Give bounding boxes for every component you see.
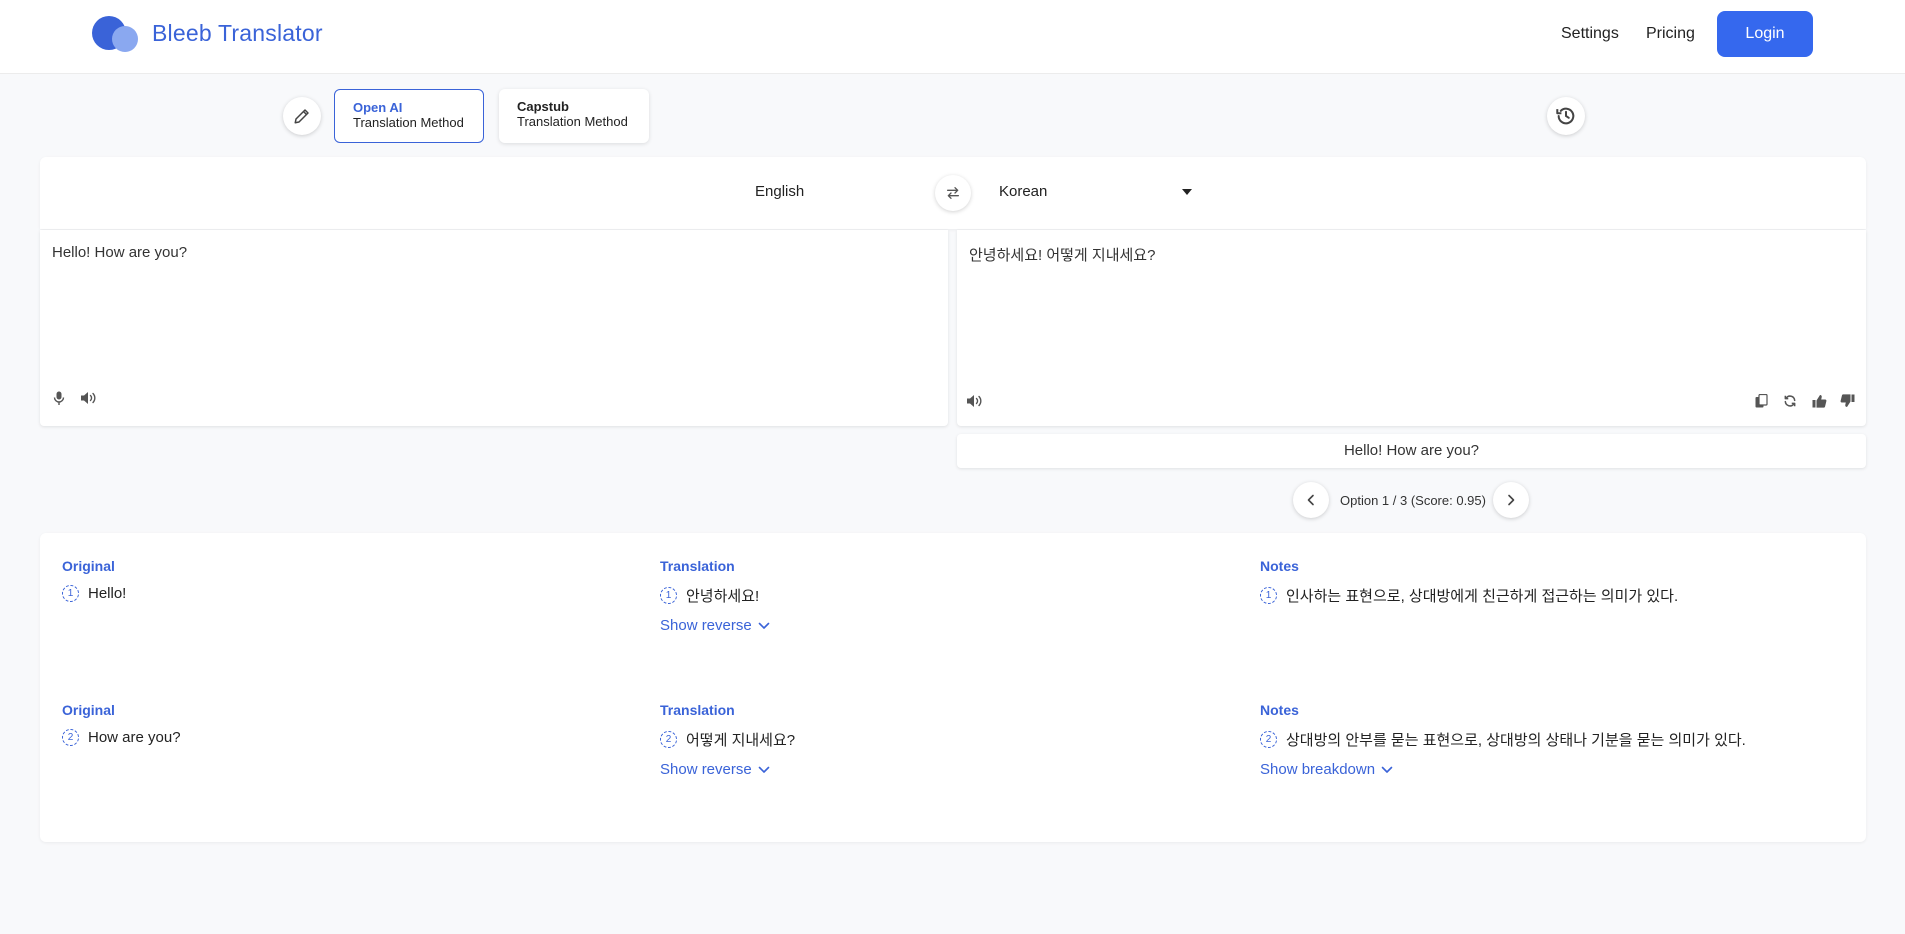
history-button[interactable] (1547, 97, 1585, 135)
swap-languages-button[interactable] (935, 175, 971, 211)
method-name: Open AI (353, 100, 403, 115)
show-reverse-label: Show reverse (660, 617, 752, 634)
original-text: How are you? (88, 729, 181, 746)
segment-number-badge: 1 (62, 585, 79, 602)
microphone-icon (53, 391, 65, 405)
show-breakdown-link[interactable]: Show breakdown (1260, 761, 1393, 778)
segment-number-badge: 2 (660, 731, 677, 748)
segment-number-badge: 1 (660, 587, 677, 604)
swap-icon (947, 187, 959, 199)
chevron-right-icon (1508, 494, 1515, 506)
speaker-icon (81, 392, 96, 404)
translation-header: Translation (660, 702, 735, 718)
option-indicator: Option 1 / 3 (Score: 0.95) (1340, 493, 1486, 508)
show-reverse-label: Show reverse (660, 761, 752, 778)
thumbs-up-icon (1812, 395, 1826, 408)
method-openai-card[interactable]: Open AI Translation Method (334, 89, 484, 143)
method-subtitle: Translation Method (517, 114, 628, 129)
login-button[interactable]: Login (1717, 11, 1813, 57)
nav-pricing-link[interactable]: Pricing (1646, 25, 1695, 43)
translation-segment: 1 안녕하세요! (660, 585, 759, 606)
refresh-icon (1784, 395, 1796, 407)
thumbs-down-button[interactable] (1837, 391, 1857, 411)
thumbs-down-icon (1840, 394, 1854, 407)
translation-output-panel: 안녕하세요! 어떻게 지내세요? (957, 230, 1866, 426)
previous-option-button[interactable] (1293, 482, 1329, 518)
next-option-button[interactable] (1493, 482, 1529, 518)
translation-text: 어떻게 지내세요? (686, 732, 796, 749)
notes-header: Notes (1260, 702, 1299, 718)
notes-text: 인사하는 표현으로, 상대방에게 친근하게 접근하는 의미가 있다. (1286, 588, 1679, 605)
target-language-select[interactable]: Korean (999, 183, 1192, 200)
original-segment: 1 Hello! (62, 585, 126, 602)
source-text-panel[interactable]: Hello! How are you? (40, 230, 948, 426)
translated-text: 안녕하세요! 어떻게 지내세요? (969, 247, 1156, 264)
original-header: Original (62, 702, 115, 718)
speak-translation-button[interactable] (965, 391, 985, 411)
translation-segment: 2 어떻게 지내세요? (660, 729, 795, 750)
notes-segment: 1 인사하는 표현으로, 상대방에게 친근하게 접근하는 의미가 있다. (1260, 585, 1678, 606)
logo-icon (92, 16, 142, 52)
speak-source-button[interactable] (79, 388, 99, 408)
source-text[interactable]: Hello! How are you? (52, 244, 187, 261)
target-language-label: Korean (999, 183, 1048, 200)
brand-name: Bleeb Translator (152, 20, 323, 46)
segment-number-badge: 1 (1260, 587, 1277, 604)
method-name: Capstub (517, 99, 569, 114)
copy-button[interactable] (1751, 391, 1771, 411)
edit-button[interactable] (283, 97, 321, 135)
source-language-label: English (755, 183, 805, 200)
segment-number-badge: 2 (1260, 731, 1277, 748)
reverse-translation: Hello! How are you? (957, 434, 1866, 468)
show-breakdown-label: Show breakdown (1260, 761, 1376, 778)
nav-settings-link[interactable]: Settings (1561, 25, 1619, 43)
segment-number-badge: 2 (62, 729, 79, 746)
refresh-button[interactable] (1780, 391, 1800, 411)
chevron-down-icon (758, 622, 770, 629)
speaker-icon (967, 395, 982, 407)
pencil-icon (294, 109, 309, 124)
show-reverse-link[interactable]: Show reverse (660, 617, 770, 634)
copy-icon (1755, 394, 1768, 408)
chevron-down-icon (1381, 766, 1393, 773)
chevron-left-icon (1307, 494, 1314, 506)
method-subtitle: Translation Method (353, 115, 464, 130)
caret-down-icon (1182, 188, 1192, 195)
notes-text: 상대방의 안부를 묻는 표현으로, 상대방의 상태나 기분을 묻는 의미가 있다… (1286, 732, 1746, 749)
app-header: Bleeb Translator Settings Pricing Login (0, 0, 1905, 74)
translation-breakdown: Original Translation Notes 1 Hello! 1 안녕… (40, 533, 1866, 842)
translation-text: 안녕하세요! (686, 588, 760, 605)
chevron-down-icon (758, 766, 770, 773)
thumbs-up-button[interactable] (1809, 391, 1829, 411)
source-language-select[interactable]: English (755, 183, 947, 200)
translation-header: Translation (660, 558, 735, 574)
show-reverse-link[interactable]: Show reverse (660, 761, 770, 778)
method-capstub-card[interactable]: Capstub Translation Method (499, 89, 649, 143)
original-text: Hello! (88, 585, 127, 602)
history-icon (1556, 107, 1575, 125)
notes-segment: 2 상대방의 안부를 묻는 표현으로, 상대방의 상태나 기분을 묻는 의미가 … (1260, 729, 1746, 750)
notes-header: Notes (1260, 558, 1299, 574)
microphone-button[interactable] (49, 388, 69, 408)
original-segment: 2 How are you? (62, 729, 181, 746)
original-header: Original (62, 558, 115, 574)
